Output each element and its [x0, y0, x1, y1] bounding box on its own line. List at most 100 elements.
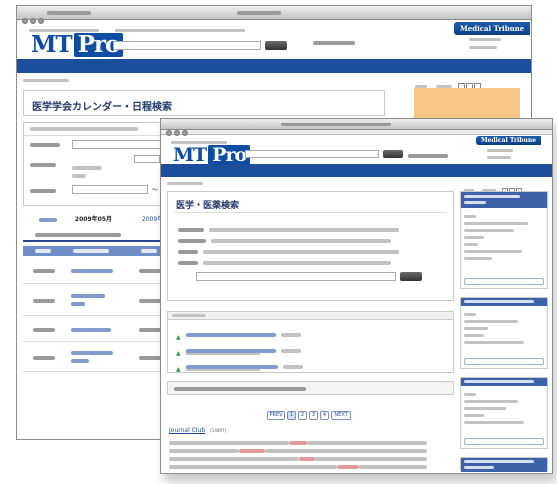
row-conference-name[interactable]: [71, 351, 113, 355]
search-mode-disease[interactable]: [178, 241, 400, 254]
back-window-title: [237, 11, 281, 15]
region-overseas[interactable]: [72, 173, 86, 178]
query-search-button[interactable]: [400, 272, 422, 281]
keyword-section-title: [30, 127, 138, 131]
result-snippet: [169, 438, 455, 470]
front-window-title: [281, 123, 391, 126]
nav-home[interactable]: [27, 72, 41, 77]
related-header: [168, 312, 453, 320]
back-window-tab-title: [47, 11, 91, 15]
row-conference-name[interactable]: [71, 269, 113, 273]
result-count: [14497]: [210, 428, 227, 433]
window-controls[interactable]: [22, 9, 46, 28]
table-row[interactable]: [23, 258, 183, 284]
search-mode-list: [178, 219, 400, 265]
row-chair: [139, 299, 161, 303]
nav-medical-jobs[interactable]: [251, 72, 283, 77]
sidebar-box: [460, 191, 548, 289]
month-nav: 2009年05月 2009年06月: [39, 214, 177, 223]
nav-mtpro-articles[interactable]: [57, 72, 83, 77]
nav-case-study[interactable]: [299, 72, 327, 77]
header-logout-link[interactable]: [487, 156, 511, 159]
site-search-input[interactable]: [245, 150, 379, 158]
table-row[interactable]: [23, 344, 183, 372]
site-search-button[interactable]: [265, 41, 287, 50]
result-title[interactable]: Journal Club: [169, 427, 205, 434]
nav-mt-journal[interactable]: [99, 72, 127, 77]
search-mode-mt[interactable]: [178, 230, 399, 243]
query-input[interactable]: [196, 272, 396, 281]
sidebar-box-body: [464, 390, 524, 425]
period-separator: 〜: [152, 187, 159, 194]
sidebar-box-header: [461, 192, 547, 208]
header-account-links[interactable]: [487, 149, 513, 152]
nav-conference-calendar[interactable]: [203, 72, 235, 77]
logo-pro: Pro: [208, 145, 251, 165]
front-browser-window: MT Pro Medical Tribune 医学・医薬検索 ▲ ▲ ▲ PRE…: [160, 118, 553, 474]
nav-case-study[interactable]: [391, 176, 415, 181]
row-conference-name[interactable]: [71, 294, 105, 298]
sidebar-box-header: [461, 298, 547, 306]
nav-mtpro-articles[interactable]: [191, 176, 215, 181]
sidebar-detail-button[interactable]: [464, 278, 544, 285]
month-heading-bar: [23, 228, 183, 242]
sidebar-detail-button[interactable]: [464, 358, 544, 365]
sidebar-box: [460, 457, 548, 472]
related-item[interactable]: ▲: [176, 324, 303, 355]
search-scope-options[interactable]: [115, 29, 245, 32]
nav-medical-jobs[interactable]: [353, 176, 379, 181]
row-conference-name[interactable]: [71, 328, 111, 332]
header-chair: [141, 249, 157, 253]
welcome-text: [313, 41, 355, 45]
prefecture-select[interactable]: [134, 155, 160, 163]
table-header-row: [23, 246, 183, 256]
row-chair: [139, 356, 161, 360]
region-options: [72, 155, 160, 184]
sidebar-detail-button[interactable]: [464, 438, 544, 445]
mtpro-logo[interactable]: MT Pro: [31, 31, 124, 58]
header-dates: [35, 249, 51, 253]
row-chair: [139, 328, 161, 332]
nav-home[interactable]: [169, 176, 179, 181]
front-window-titlebar: [161, 119, 552, 136]
title-divider: [174, 212, 447, 213]
sidebar-box: [460, 297, 548, 369]
main-nav: [17, 59, 531, 77]
logo-mt: MT: [31, 31, 73, 58]
site-search-button[interactable]: [383, 150, 403, 158]
table-row[interactable]: [23, 318, 183, 342]
window-controls[interactable]: [166, 121, 190, 140]
site-search-input[interactable]: [113, 41, 261, 50]
medical-tribune-badge[interactable]: Medical Tribune: [476, 136, 542, 145]
table-row[interactable]: [23, 286, 183, 316]
medical-tribune-badge[interactable]: Medical Tribune: [454, 22, 531, 35]
sidebar-box-header: [461, 458, 547, 472]
arrow-icon: ▲: [176, 366, 181, 373]
breadcrumb[interactable]: [167, 182, 203, 185]
search-mode-drug[interactable]: [178, 252, 399, 265]
venue-label: [30, 163, 56, 167]
nav-conference-calendar[interactable]: [313, 176, 341, 181]
breadcrumb[interactable]: [23, 79, 69, 82]
header-logout-link[interactable]: [469, 46, 497, 49]
period-label: [30, 189, 56, 193]
header-account-links[interactable]: [469, 38, 501, 41]
search-mode-general[interactable]: [178, 219, 400, 232]
period-start-input[interactable]: [72, 185, 148, 194]
nav-mt-journal[interactable]: [227, 176, 251, 181]
related-item[interactable]: ▲: [176, 340, 303, 371]
browser-toolbar: [161, 130, 552, 135]
current-month: 2009年05月: [74, 216, 112, 223]
nav-qa-community[interactable]: [263, 176, 301, 181]
monthly-calendar-table: [23, 228, 183, 432]
sidebar: [460, 191, 548, 472]
related-keywords-panel: ▲ ▲ ▲: [167, 311, 454, 387]
nav-qa-community[interactable]: [143, 72, 187, 77]
related-item[interactable]: ▲: [176, 356, 303, 387]
keyword-label: [30, 143, 60, 147]
prev-month-link[interactable]: [39, 217, 57, 222]
related-header-label: [172, 314, 206, 317]
welcome-text: [408, 154, 448, 158]
mtpro-logo[interactable]: MT Pro: [173, 145, 251, 165]
search-panel: 医学・医薬検索: [167, 191, 454, 301]
